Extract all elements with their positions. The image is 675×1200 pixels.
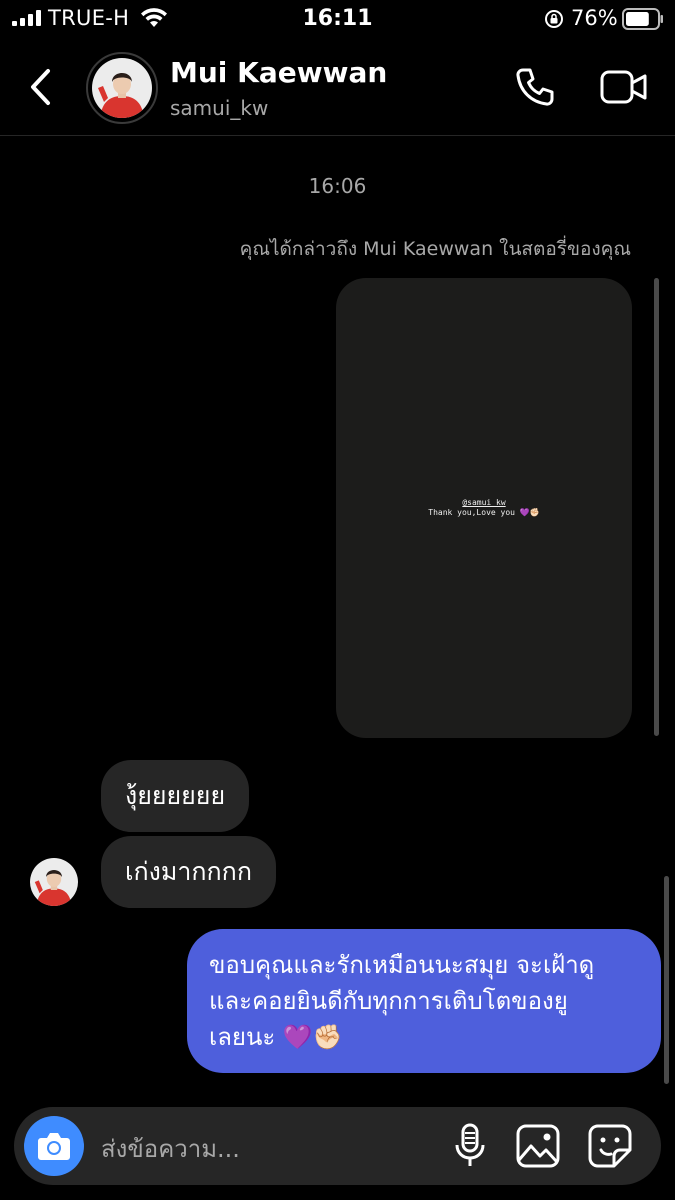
rotation-lock-icon (545, 10, 563, 28)
message-timestamp: 16:06 (308, 174, 367, 198)
sticker-icon[interactable] (588, 1124, 632, 1168)
camera-button[interactable] (24, 1116, 84, 1176)
story-caption-text: Thank you,Love you (428, 508, 515, 517)
message-input[interactable]: ส่งข้อความ... (101, 1129, 240, 1168)
scrollbar[interactable] (654, 278, 659, 736)
scrollbar[interactable] (664, 876, 669, 1084)
contact-name[interactable]: Mui Kaewwan (170, 56, 387, 89)
sender-avatar[interactable] (30, 858, 78, 906)
contact-username[interactable]: samui_kw (170, 96, 268, 120)
story-caption: Thank you,Love you 💜✊🏻 (336, 508, 632, 517)
microphone-icon[interactable] (454, 1123, 486, 1169)
incoming-message[interactable]: เก่งมากกกก (101, 836, 276, 908)
message-composer: ส่งข้อความ... (14, 1107, 661, 1185)
message-line: และคอยยินดีกับทุกการเติบโตของยู (209, 987, 568, 1015)
camera-icon (38, 1133, 70, 1160)
message-line: ขอบคุณและรักเหมือนนะสมุย จะเฝ้าดู (209, 951, 595, 979)
avatar-photo (30, 858, 78, 906)
video-camera-icon[interactable] (600, 68, 648, 106)
status-bar: TRUE-H 16:11 76% (0, 0, 675, 40)
back-chevron-icon[interactable] (26, 66, 56, 108)
story-mention-tag: @samui_kw (462, 498, 506, 507)
incoming-message[interactable]: งุ้ยยยยยย (101, 760, 250, 832)
gallery-icon[interactable] (516, 1124, 560, 1168)
story-reply-preview[interactable]: @samui_kw Thank you,Love you 💜✊🏻 (336, 278, 632, 738)
battery-icon (622, 8, 663, 30)
message-line: เลยนะ 💜✊🏻 (209, 1023, 343, 1051)
contact-avatar[interactable] (86, 52, 158, 124)
outgoing-message[interactable]: ขอบคุณและรักเหมือนนะสมุย จะเฝ้าดู และคอย… (187, 929, 661, 1073)
phone-icon[interactable] (514, 66, 556, 108)
story-mention-notice: คุณได้กล่าวถึง Mui Kaewwan ในสตอรี่ของคุ… (239, 238, 631, 260)
avatar-photo (92, 58, 152, 118)
battery-percent: 76% (571, 6, 618, 30)
chat-header: Mui Kaewwan samui_kw (0, 40, 675, 136)
story-caption-emoji: 💜✊🏻 (519, 508, 540, 517)
